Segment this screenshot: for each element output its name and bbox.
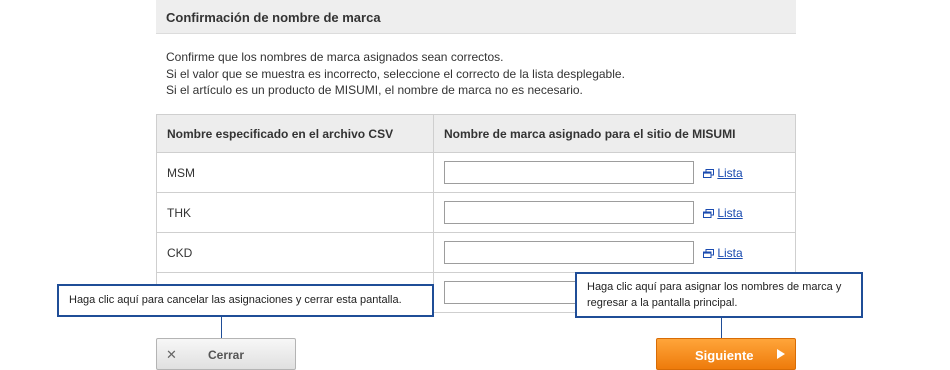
cancel-tooltip: Haga clic aquí para cancelar las asignac… <box>57 284 434 317</box>
assign-tooltip-line-1: Haga clic aquí para asignar los nombres … <box>587 281 842 293</box>
table-header-row: Nombre especificado en el archivo CSV No… <box>156 114 796 153</box>
popup-window-icon <box>703 168 715 178</box>
next-button-label: Siguiente <box>695 348 754 363</box>
table-row: CKD Lista <box>156 232 796 273</box>
close-icon: ✕ <box>166 347 177 362</box>
list-link-label: Lista <box>717 205 743 220</box>
brand-cell: Lista <box>433 192 796 233</box>
instruction-line-2: Si el valor que se muestra es incorrecto… <box>166 66 625 81</box>
popup-window-icon <box>703 248 715 258</box>
assign-tooltip-line-2: regresar a la pantalla principal. <box>587 296 738 309</box>
brand-input[interactable] <box>444 241 694 264</box>
column-header-csv-name: Nombre especificado en el archivo CSV <box>156 114 434 153</box>
assign-tooltip: Haga clic aquí para asignar los nombres … <box>575 272 863 318</box>
table-row: THK Lista <box>156 192 796 233</box>
list-link[interactable]: Lista <box>703 205 743 220</box>
brand-input[interactable] <box>444 201 694 224</box>
csv-brand-name: THK <box>156 192 434 233</box>
assign-tooltip-connector <box>721 318 722 339</box>
brand-input[interactable] <box>444 161 694 184</box>
instructions: Confirme que los nombres de marca asigna… <box>166 49 786 99</box>
table-row: MSM Lista <box>156 152 796 193</box>
list-link-label: Lista <box>717 245 743 260</box>
cancel-tooltip-connector <box>221 317 222 339</box>
csv-brand-name: CKD <box>156 232 434 273</box>
csv-brand-name: MSM <box>156 152 434 193</box>
instruction-line-1: Confirme que los nombres de marca asigna… <box>166 50 504 64</box>
section-title: Confirmación de nombre de marca <box>156 0 796 34</box>
brand-cell: Lista <box>433 152 796 193</box>
list-link-label: Lista <box>717 165 743 180</box>
list-link[interactable]: Lista <box>703 165 743 180</box>
list-link[interactable]: Lista <box>703 245 743 260</box>
brand-cell: Lista <box>433 232 796 273</box>
arrow-right-icon <box>777 349 785 359</box>
next-button[interactable]: Siguiente <box>656 338 796 370</box>
column-header-misumi-brand: Nombre de marca asignado para el sitio d… <box>433 114 796 153</box>
close-button[interactable]: ✕ Cerrar <box>156 338 296 370</box>
popup-window-icon <box>703 208 715 218</box>
instruction-line-3: Si el artículo es un producto de MISUMI,… <box>166 83 583 97</box>
close-button-label: Cerrar <box>208 348 245 362</box>
